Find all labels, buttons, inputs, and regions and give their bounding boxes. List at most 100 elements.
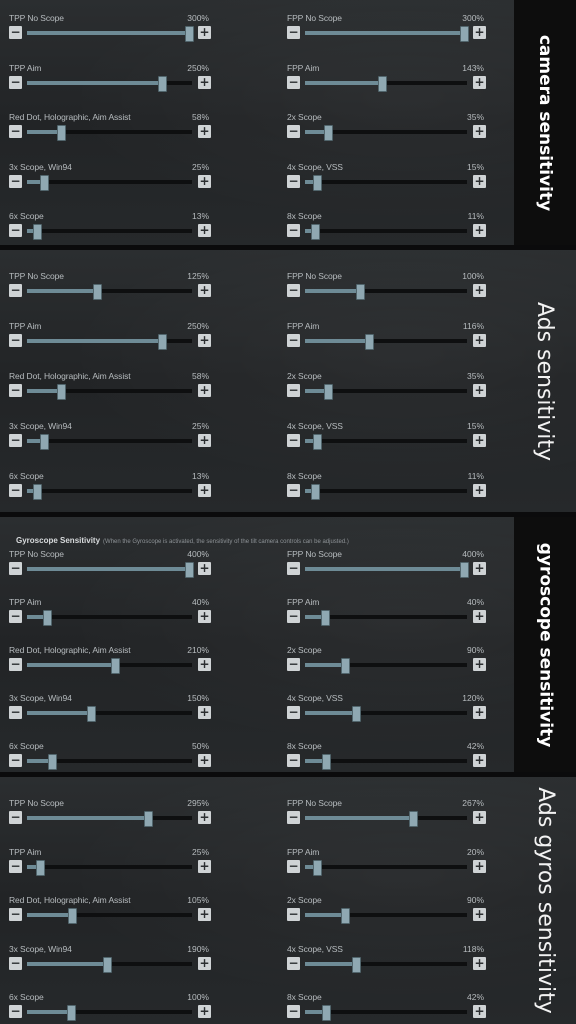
decrease-button[interactable]: − — [287, 174, 300, 188]
slider-handle[interactable] — [408, 811, 418, 827]
increase-button[interactable]: + — [198, 811, 211, 824]
increase-button[interactable]: + — [198, 174, 211, 188]
slider-track[interactable] — [27, 434, 192, 450]
slider-track[interactable] — [305, 706, 467, 722]
decrease-button[interactable]: − — [287, 284, 300, 297]
increase-button[interactable]: + — [473, 224, 486, 237]
slider-handle[interactable] — [66, 1005, 76, 1021]
increase-button[interactable]: + — [473, 658, 486, 671]
slider-track[interactable] — [27, 811, 192, 827]
slider-handle[interactable] — [87, 706, 97, 722]
slider-track[interactable] — [305, 125, 467, 141]
slider-handle[interactable] — [311, 224, 321, 240]
slider-handle[interactable] — [158, 334, 168, 350]
increase-button[interactable]: + — [198, 434, 211, 447]
slider-handle[interactable] — [39, 174, 49, 191]
slider-track[interactable] — [27, 334, 192, 350]
slider-handle[interactable] — [340, 908, 350, 924]
slider-track[interactable] — [305, 434, 467, 450]
decrease-button[interactable]: − — [9, 908, 22, 921]
slider-handle[interactable] — [57, 384, 67, 400]
slider-handle[interactable] — [39, 434, 49, 450]
increase-button[interactable]: + — [473, 1005, 486, 1018]
decrease-button[interactable]: − — [9, 956, 22, 970]
increase-button[interactable]: + — [198, 334, 211, 347]
slider-handle[interactable] — [33, 484, 43, 500]
increase-button[interactable]: + — [198, 75, 211, 89]
decrease-button[interactable]: − — [287, 125, 300, 138]
slider-track[interactable] — [305, 384, 467, 400]
increase-button[interactable]: + — [198, 125, 211, 138]
slider-track[interactable] — [27, 125, 192, 141]
increase-button[interactable]: + — [473, 125, 486, 138]
slider-track[interactable] — [27, 26, 194, 42]
slider-handle[interactable] — [102, 956, 112, 973]
slider-track[interactable] — [305, 484, 467, 500]
slider-handle[interactable] — [311, 484, 321, 500]
decrease-button[interactable]: − — [9, 610, 22, 623]
decrease-button[interactable]: − — [287, 811, 300, 824]
slider-track[interactable] — [27, 859, 192, 876]
slider-handle[interactable] — [158, 75, 168, 92]
increase-button[interactable]: + — [198, 562, 211, 575]
slider-track[interactable] — [305, 284, 467, 300]
decrease-button[interactable]: − — [9, 658, 22, 671]
slider-handle[interactable] — [110, 658, 120, 674]
decrease-button[interactable]: − — [287, 610, 300, 623]
increase-button[interactable]: + — [198, 1005, 211, 1018]
slider-track[interactable] — [305, 75, 467, 92]
increase-button[interactable]: + — [473, 384, 486, 397]
slider-handle[interactable] — [185, 562, 194, 578]
slider-track[interactable] — [27, 658, 192, 674]
decrease-button[interactable]: − — [9, 434, 22, 447]
decrease-button[interactable]: − — [9, 334, 22, 347]
increase-button[interactable]: + — [198, 754, 211, 767]
slider-track[interactable] — [305, 610, 467, 626]
decrease-button[interactable]: − — [287, 75, 300, 89]
slider-handle[interactable] — [323, 384, 333, 400]
increase-button[interactable]: + — [473, 754, 486, 767]
decrease-button[interactable]: − — [9, 125, 22, 138]
slider-track[interactable] — [305, 174, 467, 191]
slider-handle[interactable] — [68, 908, 78, 924]
slider-handle[interactable] — [312, 174, 322, 191]
decrease-button[interactable]: − — [9, 811, 22, 824]
decrease-button[interactable]: − — [287, 224, 300, 237]
increase-button[interactable]: + — [198, 284, 211, 297]
slider-track[interactable] — [305, 908, 467, 924]
decrease-button[interactable]: − — [9, 26, 22, 39]
decrease-button[interactable]: − — [287, 754, 300, 767]
slider-handle[interactable] — [322, 1005, 332, 1021]
slider-handle[interactable] — [47, 754, 57, 770]
slider-handle[interactable] — [33, 224, 43, 240]
slider-track[interactable] — [27, 1005, 192, 1021]
slider-handle[interactable] — [340, 658, 350, 674]
increase-button[interactable]: + — [473, 706, 486, 719]
decrease-button[interactable]: − — [287, 562, 300, 575]
increase-button[interactable]: + — [198, 956, 211, 970]
slider-track[interactable] — [27, 484, 192, 500]
increase-button[interactable]: + — [473, 956, 486, 970]
increase-button[interactable]: + — [473, 610, 486, 623]
decrease-button[interactable]: − — [9, 384, 22, 397]
slider-track[interactable] — [27, 174, 192, 191]
slider-handle[interactable] — [185, 26, 194, 42]
decrease-button[interactable]: − — [9, 562, 22, 575]
increase-button[interactable]: + — [473, 859, 486, 873]
increase-button[interactable]: + — [473, 284, 486, 297]
decrease-button[interactable]: − — [287, 434, 300, 447]
increase-button[interactable]: + — [198, 384, 211, 397]
increase-button[interactable]: + — [473, 334, 486, 347]
decrease-button[interactable]: − — [9, 859, 22, 873]
increase-button[interactable]: + — [473, 908, 486, 921]
slider-track[interactable] — [27, 908, 192, 924]
slider-track[interactable] — [305, 658, 467, 674]
slider-handle[interactable] — [312, 434, 322, 450]
slider-track[interactable] — [305, 224, 467, 240]
increase-button[interactable]: + — [198, 658, 211, 671]
decrease-button[interactable]: − — [287, 334, 300, 347]
increase-button[interactable]: + — [198, 859, 211, 873]
increase-button[interactable]: + — [473, 75, 486, 89]
decrease-button[interactable]: − — [9, 284, 22, 297]
slider-handle[interactable] — [460, 26, 469, 42]
